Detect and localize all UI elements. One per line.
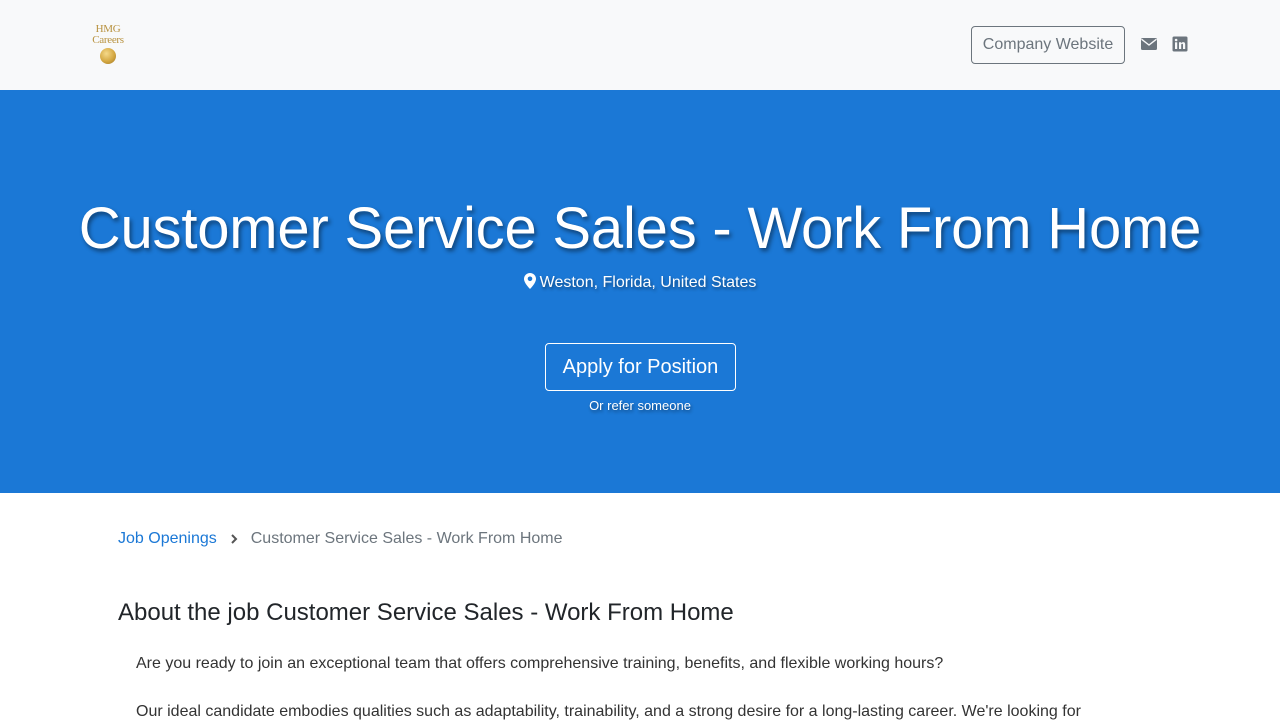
breadcrumb-job-openings-link[interactable]: Job Openings <box>118 530 217 547</box>
apply-for-position-button[interactable]: Apply for Position <box>545 343 736 391</box>
refer-someone-text[interactable]: Or refer someone <box>589 398 691 413</box>
chevron-right-icon <box>229 530 239 544</box>
job-location: Weston, Florida, United States <box>0 272 1280 294</box>
breadcrumb: Job Openings Customer Service Sales - Wo… <box>118 528 563 550</box>
job-location-text: Weston, Florida, United States <box>539 274 757 291</box>
top-navbar: HMG Careers Company Website <box>0 0 1280 90</box>
logo-line-2: Careers <box>92 34 124 46</box>
job-title: Customer Service Sales - Work From Home <box>78 196 1202 261</box>
company-website-button[interactable]: Company Website <box>971 26 1125 64</box>
refer-someone-link: Or refer someone <box>0 397 1280 415</box>
globe-icon <box>100 48 116 64</box>
job-hero-banner: Customer Service Sales - Work From Home … <box>0 90 1280 493</box>
job-description-paragraph: Our ideal candidate embodies qualities s… <box>136 703 1081 720</box>
about-job-heading: About the job Customer Service Sales - W… <box>118 599 734 626</box>
breadcrumb-current: Customer Service Sales - Work From Home <box>250 530 563 547</box>
linkedin-icon[interactable] <box>1172 36 1188 52</box>
map-marker-icon <box>523 273 536 289</box>
envelope-icon[interactable] <box>1141 36 1157 52</box>
company-logo[interactable]: HMG Careers <box>86 24 130 66</box>
job-description-paragraph: Are you ready to join an exceptional tea… <box>136 655 944 672</box>
